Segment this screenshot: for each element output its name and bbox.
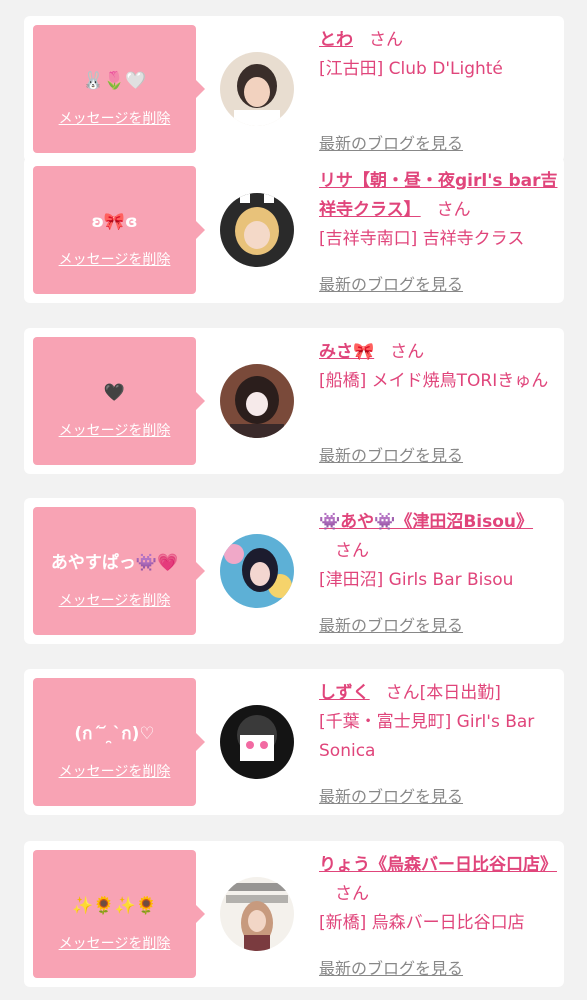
cast-name-link[interactable]: 👾あや👾《津田沼Bisou》: [319, 512, 533, 532]
cast-card: あやすぱっ👾💗 メッセージを削除 👾あや👾《津田沼Bisou》さん [津田沼] …: [24, 498, 564, 644]
shop-area: [船橋] メイド焼鳥TORIきゅん: [319, 371, 549, 391]
message-bubble: 🐰🌷🤍 メッセージを削除: [33, 25, 205, 153]
delete-message-link[interactable]: メッセージを削除: [33, 252, 196, 269]
message-text: (ก´ ᷄ ̯`ก)♡: [74, 724, 155, 744]
message-bubble: あやすぱっ👾💗 メッセージを削除: [33, 507, 205, 635]
message-bubble: ʚ🎀ɞ メッセージを削除: [33, 166, 205, 294]
avatar[interactable]: [220, 364, 294, 438]
message-bubble: ✨🌻✨🌻 メッセージを削除: [33, 850, 205, 978]
cast-name-link[interactable]: しずく: [319, 683, 370, 703]
avatar[interactable]: [220, 193, 294, 267]
latest-blog-link[interactable]: 最新のブログを見る: [319, 130, 463, 154]
honorific: さん: [369, 30, 403, 50]
cast-info: リサ【朝・昼・夜girl's bar吉祥寺クラス】 さん [吉祥寺南口] 吉祥寺ク…: [319, 167, 559, 254]
message-text: 🐰🌷🤍: [82, 71, 147, 91]
delete-message-link[interactable]: メッセージを削除: [33, 423, 196, 440]
latest-blog-link[interactable]: 最新のブログを見る: [319, 783, 463, 807]
cast-info: とわ さん [江古田] Club D'Lighté: [319, 26, 559, 84]
shop-area: [千葉・富士見町] Girl's Bar Sonica: [319, 712, 535, 761]
cast-info: みさ🎀 さん [船橋] メイド焼鳥TORIきゅん: [319, 338, 559, 396]
honorific: さん: [335, 884, 369, 904]
message-bubble: 🖤 メッセージを削除: [33, 337, 205, 465]
message-text: ✨🌻✨🌻: [72, 896, 157, 916]
shop-area: [新橋] 烏森バー日比谷口店: [319, 913, 525, 933]
cast-card: ʚ🎀ɞ メッセージを削除 リサ【朝・昼・夜girl's bar吉祥寺クラス】 さん…: [24, 157, 564, 303]
message-text: 🖤: [103, 383, 126, 403]
cast-info: 👾あや👾《津田沼Bisou》さん [津田沼] Girls Bar Bisou: [319, 508, 559, 595]
delete-message-link[interactable]: メッセージを削除: [33, 936, 196, 953]
shop-area: [津田沼] Girls Bar Bisou: [319, 570, 514, 590]
honorific: さん: [385, 683, 420, 703]
delete-message-link[interactable]: メッセージを削除: [33, 764, 196, 781]
cast-card: 🖤 メッセージを削除 みさ🎀 さん [船橋] メイド焼鳥TORIきゅん 最新のブロ…: [24, 328, 564, 474]
avatar[interactable]: [220, 877, 294, 951]
delete-message-link[interactable]: メッセージを削除: [33, 111, 196, 128]
cast-card: ✨🌻✨🌻 メッセージを削除 りょう《烏森バー日比谷口店》さん [新橋] 烏森バー…: [24, 841, 564, 987]
honorific: さん: [436, 200, 471, 220]
latest-blog-link[interactable]: 最新のブログを見る: [319, 612, 463, 636]
cast-card: 🐰🌷🤍 メッセージを削除 とわ さん [江古田] Club D'Lighté 最新…: [24, 16, 564, 162]
message-text: あやすぱっ👾💗: [50, 553, 179, 573]
cast-card: (ก´ ᷄ ̯`ก)♡ メッセージを削除 しずく さん[本日出勤] [千葉・富士見…: [24, 669, 564, 815]
cast-info: りょう《烏森バー日比谷口店》さん [新橋] 烏森バー日比谷口店: [319, 851, 559, 938]
message-bubble: (ก´ ᷄ ̯`ก)♡ メッセージを削除: [33, 678, 205, 806]
cast-name-link[interactable]: とわ: [319, 30, 353, 50]
shop-area: [吉祥寺南口] 吉祥寺クラス: [319, 229, 525, 249]
avatar[interactable]: [220, 52, 294, 126]
favorite-cast-list: 🐰🌷🤍 メッセージを削除 とわ さん [江古田] Club D'Lighté 最新…: [0, 0, 587, 1000]
working-today-badge: [本日出勤]: [419, 683, 501, 703]
cast-name-link[interactable]: みさ🎀: [319, 342, 374, 362]
shop-area: [江古田] Club D'Lighté: [319, 59, 503, 79]
latest-blog-link[interactable]: 最新のブログを見る: [319, 955, 463, 979]
honorific: さん: [335, 541, 369, 561]
honorific: さん: [390, 342, 425, 362]
latest-blog-link[interactable]: 最新のブログを見る: [319, 442, 463, 466]
cast-info: しずく さん[本日出勤] [千葉・富士見町] Girl's Bar Sonica: [319, 679, 559, 766]
delete-message-link[interactable]: メッセージを削除: [33, 593, 196, 610]
message-text: ʚ🎀ɞ: [91, 212, 138, 232]
avatar[interactable]: [220, 705, 294, 779]
cast-name-link[interactable]: りょう《烏森バー日比谷口店》: [319, 855, 557, 875]
latest-blog-link[interactable]: 最新のブログを見る: [319, 271, 463, 295]
avatar[interactable]: [220, 534, 294, 608]
